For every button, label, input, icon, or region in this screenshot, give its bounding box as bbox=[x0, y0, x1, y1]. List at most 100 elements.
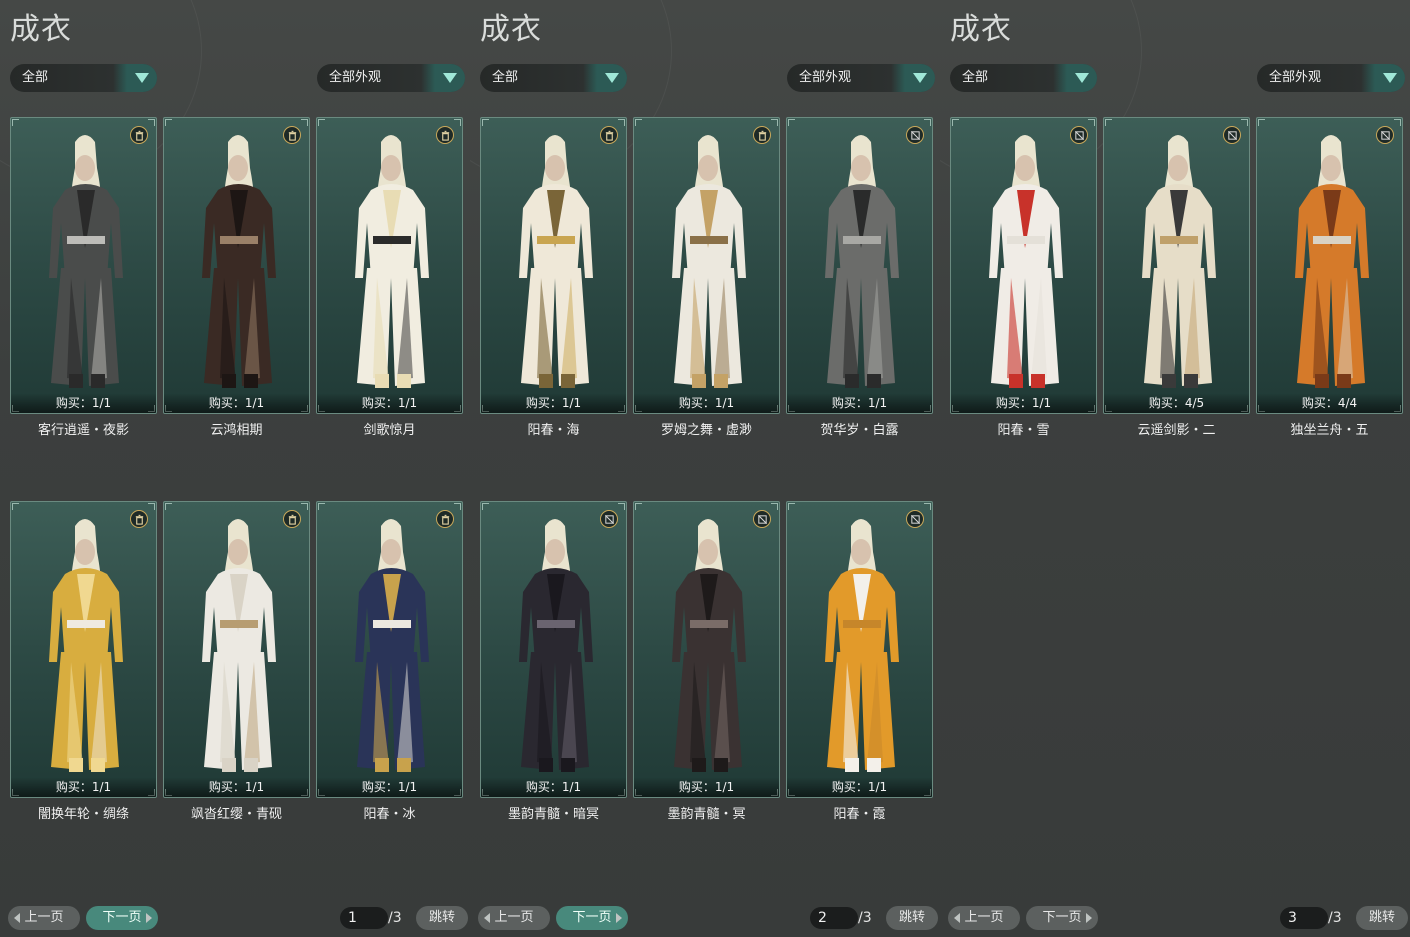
jump-button[interactable]: 跳转 bbox=[1356, 906, 1408, 930]
trash-icon[interactable] bbox=[436, 126, 454, 144]
trash-icon[interactable] bbox=[130, 510, 148, 528]
card-corner-ornament bbox=[301, 119, 308, 126]
card-corner-ornament bbox=[771, 119, 778, 126]
card-corner-ornament bbox=[148, 503, 155, 510]
outfit-card[interactable]: 购买：1/1 bbox=[480, 501, 627, 798]
prev-page-label: 上一页 bbox=[24, 910, 64, 925]
page-total: /3 bbox=[388, 910, 402, 926]
outfit-figure bbox=[49, 135, 123, 388]
chevron-down-icon[interactable] bbox=[113, 64, 157, 92]
outfit-figure bbox=[355, 135, 429, 388]
page-number-input[interactable] bbox=[340, 907, 388, 929]
chevron-down-icon[interactable] bbox=[891, 64, 935, 92]
jump-button[interactable]: 跳转 bbox=[416, 906, 468, 930]
card-corner-ornament bbox=[12, 503, 19, 510]
outfit-card[interactable]: 购买：1/1 bbox=[633, 501, 780, 798]
arrow-right-icon bbox=[146, 913, 152, 923]
card-corner-ornament bbox=[1241, 119, 1248, 126]
prev-page-button[interactable]: 上一页 bbox=[478, 906, 550, 930]
outfit-name: 罗姆之舞・虚渺 bbox=[660, 423, 752, 438]
outfit-figure bbox=[672, 519, 746, 772]
card-corner-ornament bbox=[318, 503, 325, 510]
card-corner-ornament bbox=[165, 119, 172, 126]
page-title: 成衣 bbox=[10, 12, 72, 47]
card-corner-ornament bbox=[1088, 119, 1095, 126]
card-corner-ornament bbox=[1105, 119, 1112, 126]
outfit-name: 墨韵青髓・冥 bbox=[667, 807, 746, 822]
prev-page-button[interactable]: 上一页 bbox=[8, 906, 80, 930]
appearance-filter-dropdown[interactable]: 全部外观 bbox=[787, 64, 935, 92]
outfit-card[interactable]: 购买：1/1 bbox=[786, 501, 933, 798]
trash-icon[interactable] bbox=[600, 126, 618, 144]
no-trade-icon[interactable] bbox=[906, 510, 924, 528]
outfit-card[interactable]: 购买：1/1 bbox=[316, 117, 463, 414]
card-corner-ornament bbox=[924, 503, 931, 510]
jump-button[interactable]: 跳转 bbox=[886, 906, 938, 930]
outfit-card[interactable]: 购买：1/1 bbox=[10, 501, 157, 798]
purchase-count: 购买：1/1 bbox=[317, 393, 462, 413]
outfit-name: 客行逍遥・夜影 bbox=[37, 423, 129, 438]
no-trade-icon[interactable] bbox=[1070, 126, 1088, 144]
next-page-button[interactable]: 下一页 bbox=[86, 906, 158, 930]
outfit-card[interactable]: 购买：1/1 bbox=[10, 117, 157, 414]
trash-icon[interactable] bbox=[753, 126, 771, 144]
outfit-card[interactable]: 购买：4/4 bbox=[1256, 117, 1403, 414]
outfit-figure bbox=[355, 519, 429, 772]
page-total: /3 bbox=[1328, 910, 1342, 926]
page-title: 成衣 bbox=[950, 12, 1012, 47]
chevron-down-icon[interactable] bbox=[583, 64, 627, 92]
purchase-count: 购买：4/4 bbox=[1257, 393, 1402, 413]
page-title: 成衣 bbox=[480, 12, 542, 47]
purchase-count: 购买：1/1 bbox=[951, 393, 1096, 413]
page-number-input[interactable] bbox=[810, 907, 858, 929]
card-corner-ornament bbox=[618, 503, 625, 510]
purchase-count: 购买：1/1 bbox=[634, 777, 779, 797]
appearance-filter-dropdown[interactable]: 全部外观 bbox=[1257, 64, 1405, 92]
card-corner-ornament bbox=[165, 503, 172, 510]
outfit-name: 云遥剑影・二 bbox=[1137, 423, 1216, 438]
outfit-card[interactable]: 购买：1/1 bbox=[163, 117, 310, 414]
outfit-name: 飒沓红缨・青砚 bbox=[190, 807, 282, 822]
category-filter-value: 全部 bbox=[492, 70, 519, 85]
trash-icon[interactable] bbox=[283, 510, 301, 528]
outfit-name: 贺华岁・白露 bbox=[820, 423, 899, 438]
no-trade-icon[interactable] bbox=[1223, 126, 1241, 144]
category-filter-dropdown[interactable]: 全部 bbox=[480, 64, 627, 92]
purchase-count: 购买：1/1 bbox=[11, 393, 156, 413]
next-page-button[interactable]: 下一页 bbox=[1026, 906, 1098, 930]
page-number-input[interactable] bbox=[1280, 907, 1328, 929]
outfit-name: 墨韵青髓・暗冥 bbox=[507, 807, 599, 822]
no-trade-icon[interactable] bbox=[1376, 126, 1394, 144]
arrow-left-icon bbox=[14, 913, 20, 923]
card-corner-ornament bbox=[635, 119, 642, 126]
card-corner-ornament bbox=[148, 119, 155, 126]
trash-icon[interactable] bbox=[436, 510, 454, 528]
category-filter-dropdown[interactable]: 全部 bbox=[950, 64, 1097, 92]
next-page-button[interactable]: 下一页 bbox=[556, 906, 628, 930]
outfit-card[interactable]: 购买：1/1 bbox=[786, 117, 933, 414]
trash-icon[interactable] bbox=[283, 126, 301, 144]
category-filter-dropdown[interactable]: 全部 bbox=[10, 64, 157, 92]
panel-1: 成衣 全部 全部外观 购买：1/1 客行逍遥・夜影 购买：1/1 云鸿相期 购买：1/1 剑歌惊… bbox=[0, 0, 470, 937]
purchase-count: 购买：1/1 bbox=[11, 777, 156, 797]
trash-icon[interactable] bbox=[130, 126, 148, 144]
no-trade-icon[interactable] bbox=[753, 510, 771, 528]
outfit-card[interactable]: 购买：4/5 bbox=[1103, 117, 1250, 414]
outfit-card[interactable]: 购买：1/1 bbox=[633, 117, 780, 414]
card-corner-ornament bbox=[924, 119, 931, 126]
chevron-down-icon[interactable] bbox=[421, 64, 465, 92]
card-corner-ornament bbox=[454, 503, 461, 510]
outfit-card[interactable]: 购买：1/1 bbox=[163, 501, 310, 798]
no-trade-icon[interactable] bbox=[906, 126, 924, 144]
chevron-down-icon[interactable] bbox=[1053, 64, 1097, 92]
prev-page-button[interactable]: 上一页 bbox=[948, 906, 1020, 930]
chevron-down-icon[interactable] bbox=[1361, 64, 1405, 92]
no-trade-icon[interactable] bbox=[600, 510, 618, 528]
panel-3: 成衣 全部 全部外观 购买：1/1 阳春・雪 购买：4/5 云遥剑影・二 购买：4/4 独坐兰舟… bbox=[940, 0, 1410, 937]
category-filter-value: 全部 bbox=[962, 70, 989, 85]
arrow-left-icon bbox=[954, 913, 960, 923]
outfit-card[interactable]: 购买：1/1 bbox=[316, 501, 463, 798]
appearance-filter-dropdown[interactable]: 全部外观 bbox=[317, 64, 465, 92]
outfit-card[interactable]: 购买：1/1 bbox=[480, 117, 627, 414]
outfit-card[interactable]: 购买：1/1 bbox=[950, 117, 1097, 414]
